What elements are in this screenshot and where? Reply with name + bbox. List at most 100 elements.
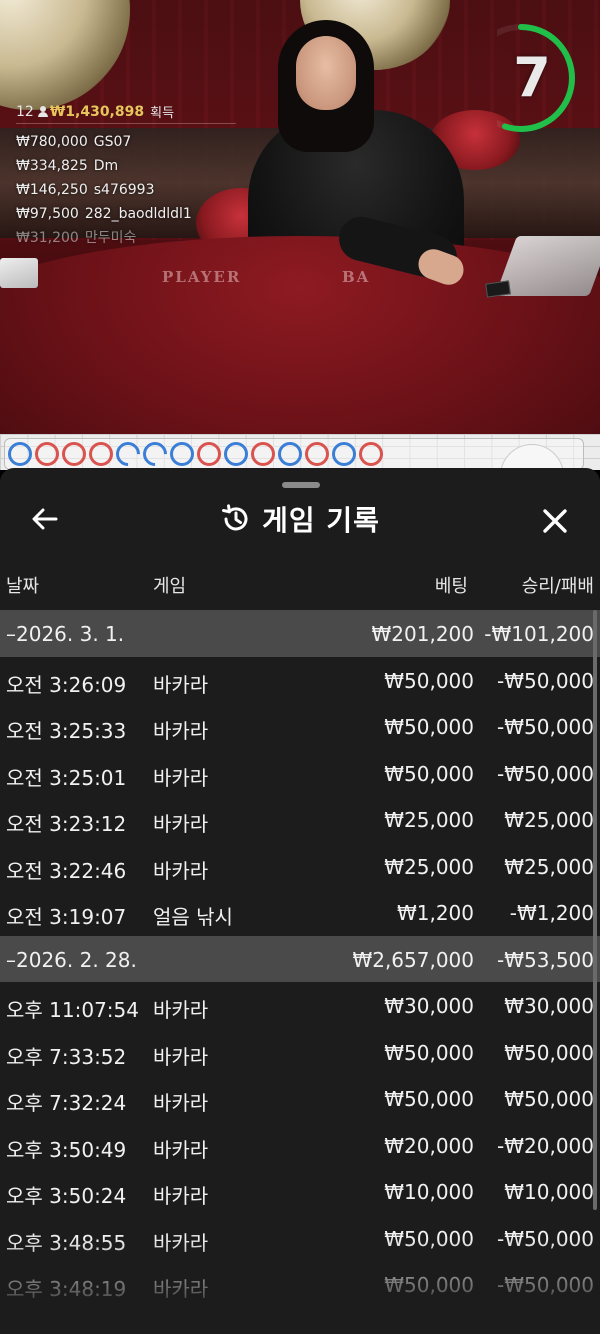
bead-half [138,437,172,470]
winner-row: ₩780,000 GS07 [16,130,236,154]
history-row[interactable]: 오전 3:26:09 바카라 ₩50,000 -₩50,000 [0,657,600,704]
row-bet: ₩50,000 [384,761,474,786]
row-bet: ₩50,000 [384,715,474,739]
row-result: -₩50,000 [497,668,594,693]
close-icon [543,509,567,533]
history-row[interactable]: 오전 3:25:33 바카라 ₩50,000 -₩50,000 [0,703,600,750]
sheet-grabber[interactable] [282,482,320,488]
history-row[interactable]: 오후 3:48:19 바카라 ₩50,000 -₩50,000 [0,1261,600,1308]
history-row[interactable]: 오후 3:48:55 바카라 ₩50,000 -₩50,000 [0,1215,600,1262]
close-button[interactable] [536,502,574,540]
winner-name: GS07 [93,134,132,150]
bead-red [305,442,329,466]
row-game: 바카라 [153,1230,209,1255]
row-bet: ₩25,000 [384,808,474,832]
winners-panel: 12 ₩1,430,898 획득 ₩780,000 GS07 ₩334,825 Dm… [16,104,236,250]
bead-red [359,442,383,466]
sheet-header: 게임 기록 [0,490,600,548]
row-game: 바카라 [153,672,209,697]
column-date: 날짜 [6,576,40,597]
winner-amount: ₩334,825 [16,158,88,174]
history-row[interactable]: 오후 3:50:24 바카라 ₩10,000 ₩10,000 [0,1168,600,1215]
row-result: ₩50,000 [504,1087,594,1111]
history-icon [222,504,248,531]
bead-blue [332,442,356,466]
winner-amount: ₩146,250 [16,182,88,198]
row-bet: ₩30,000 [384,994,474,1018]
winner-row: ₩31,200 만두미숙 [16,226,236,250]
row-bet: ₩10,000 [384,1180,474,1204]
row-game: 바카라 [153,1277,209,1301]
row-time: 오후 3:48:55 [6,1230,127,1255]
row-bet: ₩50,000 [384,1226,474,1251]
arrow-left-icon [32,508,58,530]
history-date-group[interactable]: –2026. 2. 28. ₩2,657,000 -₩53,500 [0,935,600,982]
history-row[interactable]: 오후 11:07:54 바카라 ₩30,000 ₩30,000 [0,982,600,1029]
row-result: -₩50,000 [497,715,594,739]
group-result-total: -₩101,200 [484,622,594,646]
bead-road-beads [8,437,383,470]
row-game: 바카라 [153,765,209,790]
history-row[interactable]: 오전 3:23:12 바카라 ₩25,000 ₩25,000 [0,796,600,843]
row-result: -₩20,000 [497,1133,594,1158]
row-game: 바카라 [153,1091,209,1115]
winners-header: 12 ₩1,430,898 획득 [16,104,236,124]
row-time: 오전 3:26:09 [6,672,127,697]
row-time: 오전 3:25:01 [6,765,127,790]
row-time: 오후 7:33:52 [6,1044,127,1069]
row-bet: ₩50,000 [384,1087,474,1111]
history-list[interactable]: –2026. 3. 1. ₩201,200 -₩101,200 오전 3:26:09 바… [0,610,600,1334]
row-result: -₩1,200 [509,901,594,925]
winners-total: ₩1,430,898 [49,103,145,120]
bead-blue [224,442,248,466]
back-button[interactable] [28,502,62,536]
game-history-sheet: 게임 기록 날짜 게임 베팅 승리/패배 –2026. 3. 1. ₩201,20… [0,468,600,1334]
winners-total-label: 획득 [150,106,175,121]
history-row[interactable]: 오전 3:22:46 바카라 ₩25,000 ₩25,000 [0,843,600,890]
live-video: PLAYER BA 12 ₩1,430,898 획득 ₩780,000 GS07 … [0,0,600,434]
history-scrollbar[interactable] [593,610,597,1210]
bead-red [89,442,113,466]
bead-blue [8,442,32,466]
row-result: -₩50,000 [497,1273,594,1297]
group-date: –2026. 2. 28. [6,947,137,972]
row-bet: ₩50,000 [384,1040,474,1065]
winner-amount: ₩31,200 [16,230,79,246]
bead-half [111,437,145,470]
row-game: 바카라 [153,998,209,1022]
row-bet: ₩20,000 [384,1133,474,1158]
row-game: 바카라 [153,1137,209,1162]
history-row[interactable]: 오후 7:33:52 바카라 ₩50,000 ₩50,000 [0,1029,600,1076]
bead-red [62,442,86,466]
row-time: 오후 3:50:24 [6,1184,127,1208]
bead-blue [278,442,302,466]
betting-timer: 7 [467,22,579,134]
winner-amount: ₩97,500 [16,206,79,222]
winner-row: ₩146,250 s476993 [16,178,236,202]
bead-red [251,442,275,466]
group-bet-total: ₩2,657,000 [352,947,474,972]
group-bet-total: ₩201,200 [371,622,474,646]
timer-seconds: 7 [513,46,551,109]
row-game: 바카라 [153,1044,209,1069]
history-row[interactable]: 오전 3:25:01 바카라 ₩50,000 -₩50,000 [0,750,600,797]
group-result-total: -₩53,500 [497,947,594,972]
column-bet: 베팅 [434,576,468,597]
roadmap-strip[interactable] [0,434,600,470]
row-result: ₩30,000 [504,994,594,1018]
row-game: 바카라 [153,812,209,836]
history-row[interactable]: 오후 3:50:49 바카라 ₩20,000 -₩20,000 [0,1122,600,1169]
row-time: 오전 3:19:07 [6,905,127,929]
row-time: 오후 3:48:19 [6,1277,127,1301]
row-game: 바카라 [153,1184,209,1208]
winner-name: 282_baodldldl1 [84,206,192,222]
row-bet: ₩25,000 [384,854,474,879]
history-date-group[interactable]: –2026. 3. 1. ₩201,200 -₩101,200 [0,610,600,657]
winner-name: 만두미숙 [84,230,137,246]
history-row[interactable]: 오전 3:19:07 얼음 낚시 ₩1,200 -₩1,200 [0,889,600,936]
history-row[interactable]: 오후 7:32:24 바카라 ₩50,000 ₩50,000 [0,1075,600,1122]
row-time: 오전 3:23:12 [6,812,127,836]
winner-row: ₩334,825 Dm [16,154,236,178]
row-result: -₩50,000 [497,761,594,786]
column-game: 게임 [153,576,187,597]
